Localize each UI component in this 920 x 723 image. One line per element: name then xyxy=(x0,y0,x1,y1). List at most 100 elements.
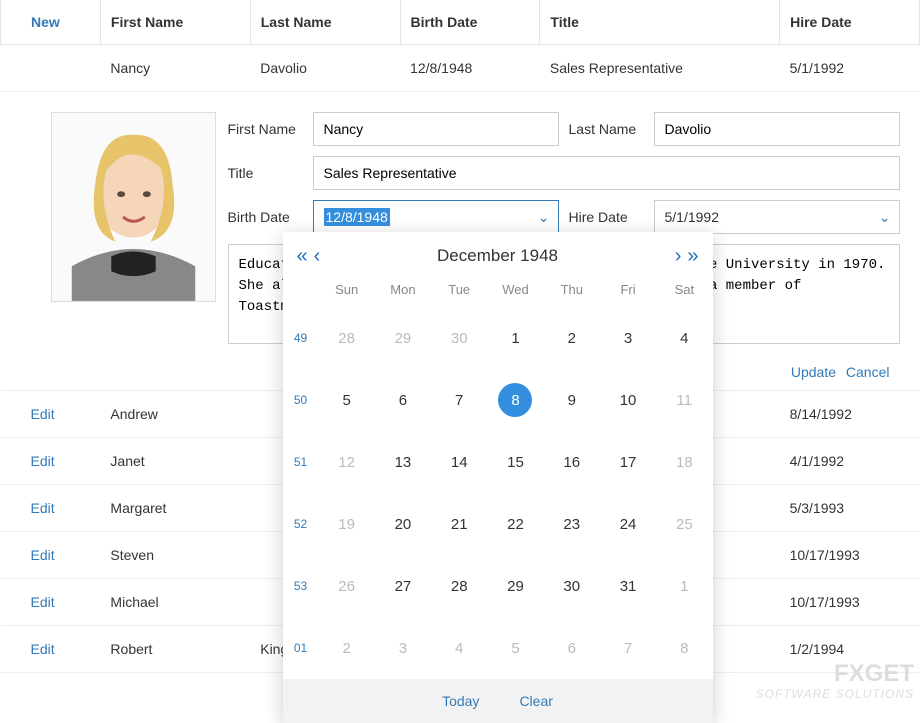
week-number: 53 xyxy=(283,579,319,593)
calendar-day[interactable]: 6 xyxy=(544,617,600,679)
edit-button[interactable]: Edit xyxy=(31,406,55,422)
calendar-day[interactable]: 31 xyxy=(600,555,656,617)
edit-button[interactable]: Edit xyxy=(31,453,55,469)
dow-label: Wed xyxy=(487,276,543,307)
employees-grid: New First Name Last Name Birth Date Titl… xyxy=(0,0,920,673)
edit-form: First Name Last Name Title Birth Date 12… xyxy=(31,92,920,364)
calendar-day[interactable]: 14 xyxy=(431,431,487,493)
calendar-day[interactable]: 5 xyxy=(487,617,543,679)
calendar-day[interactable]: 27 xyxy=(375,555,431,617)
first-name-field[interactable] xyxy=(313,112,559,146)
edit-button[interactable]: Edit xyxy=(31,641,55,657)
cell-first-name: Steven xyxy=(100,532,250,579)
calendar-day[interactable]: 15 xyxy=(487,431,543,493)
label-first-name: First Name xyxy=(228,121,303,137)
today-button[interactable]: Today xyxy=(442,693,479,709)
cell-hire-date: 5/3/1993 xyxy=(780,485,920,532)
date-picker-popup: « ‹ December 1948 › » SunMonTueWedThuFri… xyxy=(283,232,713,723)
calendar-day[interactable]: 29 xyxy=(487,555,543,617)
cell-title: Sales Representative xyxy=(540,45,780,92)
cell-first-name: Janet xyxy=(100,438,250,485)
calendar-day[interactable]: 5 xyxy=(319,369,375,431)
calendar-day[interactable]: 11 xyxy=(656,369,712,431)
calendar-day[interactable]: 7 xyxy=(431,369,487,431)
calendar-day[interactable]: 8 xyxy=(656,617,712,679)
edit-button[interactable]: Edit xyxy=(31,547,55,563)
label-birth-date: Birth Date xyxy=(228,209,303,225)
calendar-day[interactable]: 26 xyxy=(319,555,375,617)
cell-first-name: Michael xyxy=(100,579,250,626)
calendar-day[interactable]: 23 xyxy=(544,493,600,555)
clear-button[interactable]: Clear xyxy=(519,693,552,709)
cell-last-name: Davolio xyxy=(250,45,400,92)
calendar-day[interactable]: 1 xyxy=(487,307,543,369)
calendar-day[interactable]: 30 xyxy=(544,555,600,617)
col-header-title[interactable]: Title xyxy=(540,0,780,45)
col-header-last-name[interactable]: Last Name xyxy=(250,0,400,45)
calendar-day[interactable]: 1 xyxy=(656,555,712,617)
col-header-birth-date[interactable]: Birth Date xyxy=(400,0,540,45)
calendar-day[interactable]: 8 xyxy=(487,369,543,431)
calendar-day[interactable]: 13 xyxy=(375,431,431,493)
week-number: 49 xyxy=(283,331,319,345)
calendar-day[interactable]: 25 xyxy=(656,493,712,555)
calendar-day[interactable]: 2 xyxy=(319,617,375,679)
calendar-day[interactable]: 12 xyxy=(319,431,375,493)
cell-first-name: Robert xyxy=(100,626,250,673)
cell-first-name: Nancy xyxy=(100,45,250,92)
week-number: 50 xyxy=(283,393,319,407)
dow-label: Thu xyxy=(544,276,600,307)
next-year-icon[interactable]: » xyxy=(687,246,698,266)
calendar-day[interactable]: 3 xyxy=(600,307,656,369)
hire-date-field[interactable]: 5/1/1992 ⌄ xyxy=(654,200,900,234)
cell-first-name: Andrew xyxy=(100,391,250,438)
last-name-field[interactable] xyxy=(654,112,900,146)
cell-birth-date: 12/8/1948 xyxy=(400,45,540,92)
calendar-day[interactable]: 22 xyxy=(487,493,543,555)
title-field[interactable] xyxy=(313,156,900,190)
calendar-day[interactable]: 3 xyxy=(375,617,431,679)
calendar-day[interactable]: 4 xyxy=(431,617,487,679)
dow-label: Mon xyxy=(375,276,431,307)
calendar-day[interactable]: 17 xyxy=(600,431,656,493)
calendar-day[interactable]: 28 xyxy=(431,555,487,617)
week-number: 01 xyxy=(283,641,319,655)
dow-label: Tue xyxy=(431,276,487,307)
label-title: Title xyxy=(228,165,303,181)
new-button[interactable]: New xyxy=(31,14,60,30)
calendar-day[interactable]: 20 xyxy=(375,493,431,555)
calendar-day[interactable]: 6 xyxy=(375,369,431,431)
calendar-day[interactable]: 19 xyxy=(319,493,375,555)
update-button[interactable]: Update xyxy=(791,364,836,380)
calendar-day[interactable]: 18 xyxy=(656,431,712,493)
label-hire-date: Hire Date xyxy=(569,209,644,225)
avatar xyxy=(51,112,216,302)
label-last-name: Last Name xyxy=(569,121,644,137)
cell-hire-date: 10/17/1993 xyxy=(780,532,920,579)
birth-date-field[interactable]: 12/8/1948 ⌄ xyxy=(313,200,559,234)
calendar-day[interactable]: 2 xyxy=(544,307,600,369)
calendar-day[interactable]: 21 xyxy=(431,493,487,555)
edit-button[interactable]: Edit xyxy=(31,500,55,516)
cell-hire-date: 1/2/1994 xyxy=(780,626,920,673)
calendar-day[interactable]: 29 xyxy=(375,307,431,369)
prev-year-icon[interactable]: « xyxy=(297,246,308,266)
chevron-down-icon[interactable]: ⌄ xyxy=(879,209,891,226)
calendar-day[interactable]: 9 xyxy=(544,369,600,431)
calendar-day[interactable]: 7 xyxy=(600,617,656,679)
next-month-icon[interactable]: › xyxy=(675,246,682,266)
col-header-hire-date[interactable]: Hire Date xyxy=(780,0,920,45)
week-number: 51 xyxy=(283,455,319,469)
col-header-first-name[interactable]: First Name xyxy=(100,0,250,45)
prev-month-icon[interactable]: ‹ xyxy=(314,246,321,266)
edit-button[interactable]: Edit xyxy=(31,594,55,610)
cancel-button[interactable]: Cancel xyxy=(846,364,890,380)
calendar-day[interactable]: 30 xyxy=(431,307,487,369)
calendar-day[interactable]: 16 xyxy=(544,431,600,493)
calendar-day[interactable]: 10 xyxy=(600,369,656,431)
calendar-title[interactable]: December 1948 xyxy=(320,246,674,266)
calendar-day[interactable]: 24 xyxy=(600,493,656,555)
calendar-day[interactable]: 28 xyxy=(319,307,375,369)
chevron-down-icon[interactable]: ⌄ xyxy=(538,209,550,226)
calendar-day[interactable]: 4 xyxy=(656,307,712,369)
